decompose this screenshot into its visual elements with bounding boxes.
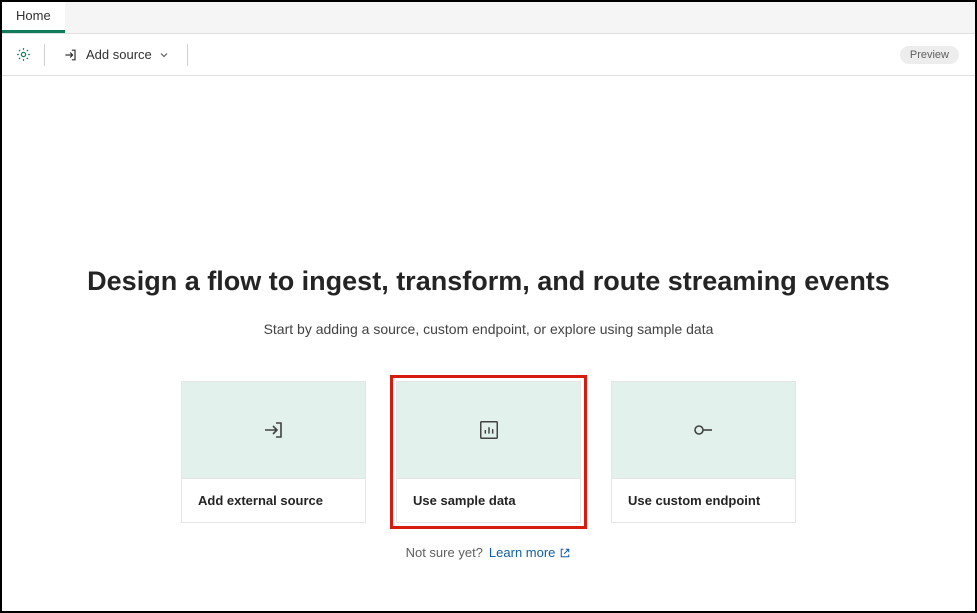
add-source-button[interactable]: Add source [55, 43, 177, 67]
toolbar-divider [44, 44, 45, 66]
card-icon-area [612, 382, 795, 478]
add-source-label: Add source [86, 47, 152, 62]
external-link-icon [559, 547, 571, 559]
card-icon-area [182, 382, 365, 478]
card-label: Use sample data [397, 478, 580, 522]
tab-home[interactable]: Home [2, 2, 65, 33]
settings-button[interactable] [12, 44, 34, 66]
preview-badge: Preview [900, 46, 959, 64]
card-label: Add external source [182, 478, 365, 522]
learn-more-link[interactable]: Learn more [489, 545, 571, 560]
page-subtitle: Start by adding a source, custom endpoin… [264, 321, 714, 337]
external-source-icon [262, 418, 286, 442]
chevron-down-icon [159, 50, 169, 60]
learn-more-label: Learn more [489, 545, 555, 560]
not-sure-text: Not sure yet? [406, 545, 483, 560]
toolbar-divider-2 [187, 44, 188, 66]
tab-bar: Home [2, 2, 975, 34]
toolbar: Add source Preview [2, 34, 975, 76]
card-add-external-source[interactable]: Add external source [181, 381, 366, 523]
endpoint-icon [692, 418, 716, 442]
card-use-custom-endpoint[interactable]: Use custom endpoint [611, 381, 796, 523]
add-source-icon [63, 47, 79, 63]
gear-icon [15, 46, 32, 63]
footer-help: Not sure yet? Learn more [406, 545, 572, 560]
main-content: Design a flow to ingest, transform, and … [2, 76, 975, 560]
sample-data-icon [478, 419, 500, 441]
card-use-sample-data[interactable]: Use sample data [396, 381, 581, 523]
page-title: Design a flow to ingest, transform, and … [87, 266, 890, 297]
card-label: Use custom endpoint [612, 478, 795, 522]
card-icon-area [397, 382, 580, 478]
option-cards: Add external source Use sample data Use … [181, 381, 796, 523]
